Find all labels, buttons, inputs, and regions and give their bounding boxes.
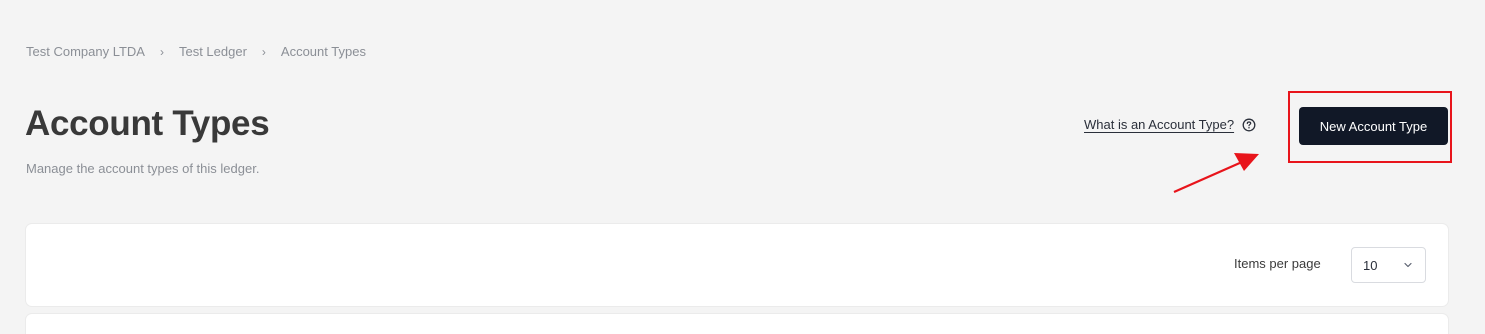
chevron-down-icon	[1403, 260, 1413, 270]
new-account-type-button[interactable]: New Account Type	[1299, 107, 1448, 145]
items-per-page-label: Items per page	[1234, 256, 1321, 271]
breadcrumb-item-current: Account Types	[280, 44, 366, 59]
breadcrumb-item-ledger[interactable]: Test Ledger	[179, 44, 247, 59]
page-subtitle: Manage the account types of this ledger.	[26, 161, 260, 176]
items-per-page-value: 10	[1363, 257, 1378, 273]
annotation-arrow-icon	[1173, 153, 1259, 194]
help-link-text[interactable]: What is an Account Type?	[1084, 117, 1234, 132]
page-title: Account Types	[25, 104, 270, 143]
question-circle-icon[interactable]	[1242, 118, 1256, 132]
breadcrumb: Test Company LTDA › Test Ledger › Accoun…	[26, 44, 366, 59]
breadcrumb-separator-icon: ›	[159, 44, 164, 59]
items-per-page-select[interactable]: 10	[1351, 247, 1426, 283]
breadcrumb-item-company[interactable]: Test Company LTDA	[26, 44, 145, 59]
breadcrumb-separator-icon: ›	[261, 44, 266, 59]
table-card	[26, 314, 1448, 334]
help-link[interactable]: What is an Account Type?	[1084, 117, 1256, 132]
